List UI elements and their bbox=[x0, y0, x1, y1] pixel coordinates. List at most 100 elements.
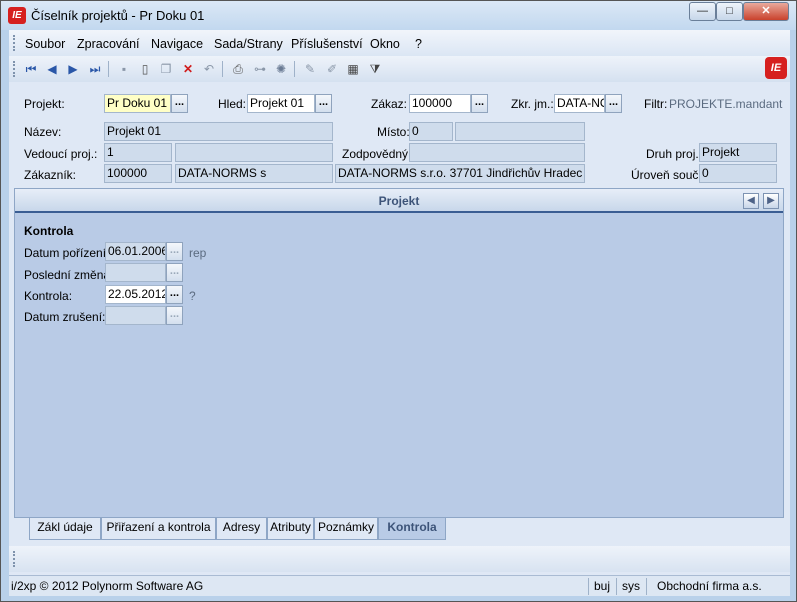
client-area: Soubor Zpracování Navigace Sada/Strany P… bbox=[9, 30, 790, 596]
datum-zruseni-button[interactable]: ... bbox=[166, 306, 183, 325]
zakaz-lookup-button[interactable]: ... bbox=[471, 94, 488, 113]
vedouci-code-field[interactable]: 1 bbox=[104, 143, 172, 162]
save-icon[interactable]: ▪ bbox=[116, 61, 132, 77]
datum-porizeni-field[interactable]: 06.01.2006 bbox=[105, 242, 166, 261]
menu-okno[interactable]: Okno bbox=[370, 37, 400, 51]
menubar-grip bbox=[13, 35, 16, 51]
kontrola-note: ? bbox=[189, 289, 196, 303]
druh-field[interactable]: Projekt bbox=[699, 143, 777, 162]
menu-prislusenstvi[interactable]: Příslušenství bbox=[291, 37, 363, 51]
nazev-field[interactable]: Projekt 01 bbox=[104, 122, 333, 141]
edit-icon[interactable]: ✎ bbox=[302, 61, 318, 77]
projekt-field[interactable]: Pr Doku 01 bbox=[104, 94, 171, 113]
zakaznik-label: Zákazník: bbox=[24, 168, 77, 182]
filtr-label: Filtr: bbox=[644, 97, 668, 111]
app-window: IE Číselník projektů - Pr Doku 01 — □ ✕ … bbox=[0, 0, 797, 602]
menu-bar: Soubor Zpracování Navigace Sada/Strany P… bbox=[9, 30, 790, 56]
tab-kontrola[interactable]: Kontrola bbox=[378, 518, 446, 540]
print-icon[interactable]: ⎙ bbox=[230, 61, 246, 77]
toolbar-separator bbox=[294, 61, 295, 77]
menu-help[interactable]: ? bbox=[415, 37, 422, 51]
status-company: Obchodní firma a.s. bbox=[657, 579, 762, 593]
first-record-icon[interactable]: ⏮ bbox=[23, 61, 39, 77]
datum-porizeni-button[interactable]: ... bbox=[166, 242, 183, 261]
posledni-zmena-button[interactable]: ... bbox=[166, 263, 183, 282]
tab-prirazeni-kontrola[interactable]: Přiřazení a kontrola bbox=[101, 518, 216, 540]
zkrjm-label: Zkr. jm.: bbox=[511, 97, 554, 111]
toolbar-separator bbox=[108, 61, 109, 77]
datum-zruseni-field[interactable] bbox=[105, 306, 166, 325]
maximize-button[interactable]: □ bbox=[716, 2, 743, 21]
zkrjm-field[interactable]: DATA-NO bbox=[554, 94, 605, 113]
window-title: Číselník projektů - Pr Doku 01 bbox=[31, 8, 205, 23]
zkrjm-lookup-button[interactable]: ... bbox=[605, 94, 622, 113]
hled-lookup-button[interactable]: ... bbox=[315, 94, 332, 113]
panel-prev-arrow-icon[interactable]: ◀ bbox=[743, 193, 759, 209]
tree-icon[interactable]: ⊶ bbox=[252, 61, 268, 77]
title-bar: IE Číselník projektů - Pr Doku 01 — □ ✕ bbox=[1, 1, 796, 30]
settings-icon[interactable]: ✺ bbox=[273, 61, 289, 77]
zakaz-field[interactable]: 100000 bbox=[409, 94, 471, 113]
zodpovedny-label: Zodpovědný: bbox=[342, 147, 412, 161]
minimize-button[interactable]: — bbox=[689, 2, 716, 21]
status-user: buj bbox=[594, 579, 611, 593]
tab-poznamky[interactable]: Poznámky bbox=[314, 518, 378, 540]
tab-zakl-udaje[interactable]: Zákl údaje bbox=[29, 518, 101, 540]
table-filter-icon[interactable]: ▦ bbox=[345, 61, 361, 77]
panel-title: Projekt bbox=[15, 189, 783, 213]
vedouci-name-field[interactable] bbox=[175, 143, 333, 162]
zodpovedny-field[interactable] bbox=[409, 143, 585, 162]
uroven-label: Úroveň souč: bbox=[631, 168, 702, 182]
toolbar: ⏮ ◀ ▶ ⏭ ▪ ▯ ❐ ✕ ↶ ⎙ ⊶ ✺ ✎ ✐ ▦ ⧩ IE bbox=[9, 56, 790, 82]
next-record-icon[interactable]: ▶ bbox=[65, 61, 81, 77]
posledni-zmena-label: Poslední změna: bbox=[24, 268, 114, 282]
toolbar-grip bbox=[13, 61, 16, 77]
status-copyright: i/2xp © 2012 Polynorm Software AG bbox=[11, 579, 204, 593]
zakaz-label: Zákaz: bbox=[371, 97, 408, 111]
vedouci-label: Vedoucí proj.: bbox=[24, 147, 98, 161]
kontrola-button[interactable]: ... bbox=[166, 285, 183, 304]
zakaznik-name-field[interactable]: DATA-NORMS s bbox=[175, 164, 333, 183]
undo-icon[interactable]: ↶ bbox=[201, 61, 217, 77]
misto-label: Místo: bbox=[377, 125, 410, 139]
filter-icon[interactable]: ⧩ bbox=[367, 61, 383, 77]
hled-field[interactable]: Projekt 01 bbox=[247, 94, 315, 113]
app-logo-icon: IE bbox=[8, 7, 26, 24]
hled-label: Hled: bbox=[218, 97, 247, 111]
misto-name-field[interactable] bbox=[455, 122, 585, 141]
menu-navigace[interactable]: Navigace bbox=[151, 37, 203, 51]
menu-zpracovani[interactable]: Zpracování bbox=[77, 37, 140, 51]
projekt-label: Projekt: bbox=[24, 97, 65, 111]
last-record-icon[interactable]: ⏭ bbox=[87, 61, 103, 77]
datum-porizeni-label: Datum pořízení: bbox=[24, 246, 110, 260]
menu-soubor[interactable]: Soubor bbox=[25, 37, 65, 51]
status-separator bbox=[588, 578, 589, 595]
close-button[interactable]: ✕ bbox=[743, 2, 789, 21]
misto-code-field[interactable]: 0 bbox=[409, 122, 453, 141]
projekt-lookup-button[interactable]: ... bbox=[171, 94, 188, 113]
delete-icon[interactable]: ✕ bbox=[180, 61, 196, 77]
zakaznik-code-field[interactable]: 100000 bbox=[104, 164, 172, 183]
new-document-icon[interactable]: ▯ bbox=[137, 61, 153, 77]
project-header: Projekt: Pr Doku 01 ... Hled: Projekt 01… bbox=[9, 84, 790, 186]
edit-alt-icon[interactable]: ✐ bbox=[324, 61, 340, 77]
status-separator bbox=[616, 578, 617, 595]
panel-next-arrow-icon[interactable]: ▶ bbox=[763, 193, 779, 209]
status-separator bbox=[646, 578, 647, 595]
posledni-zmena-field[interactable] bbox=[105, 263, 166, 282]
zakaznik-address-field[interactable]: DATA-NORMS s.r.o. 37701 Jindřichův Hrade… bbox=[335, 164, 585, 183]
uroven-field[interactable]: 0 bbox=[699, 164, 777, 183]
bottom-toolbar-grip bbox=[13, 551, 16, 567]
datum-zruseni-label: Datum zrušení: bbox=[24, 310, 106, 324]
kontrola-label: Kontrola: bbox=[24, 289, 73, 303]
previous-record-icon[interactable]: ◀ bbox=[44, 61, 60, 77]
brand-logo-icon: IE bbox=[765, 57, 787, 79]
tab-adresy[interactable]: Adresy bbox=[216, 518, 267, 540]
menu-sada-strany[interactable]: Sada/Strany bbox=[214, 37, 283, 51]
copy-icon[interactable]: ❐ bbox=[158, 61, 174, 77]
druh-label: Druh proj.: bbox=[646, 147, 703, 161]
toolbar-separator bbox=[222, 61, 223, 77]
datum-porizeni-note: rep bbox=[189, 246, 207, 260]
kontrola-field[interactable]: 22.05.2012 bbox=[105, 285, 166, 304]
tab-atributy[interactable]: Atributy bbox=[267, 518, 314, 540]
